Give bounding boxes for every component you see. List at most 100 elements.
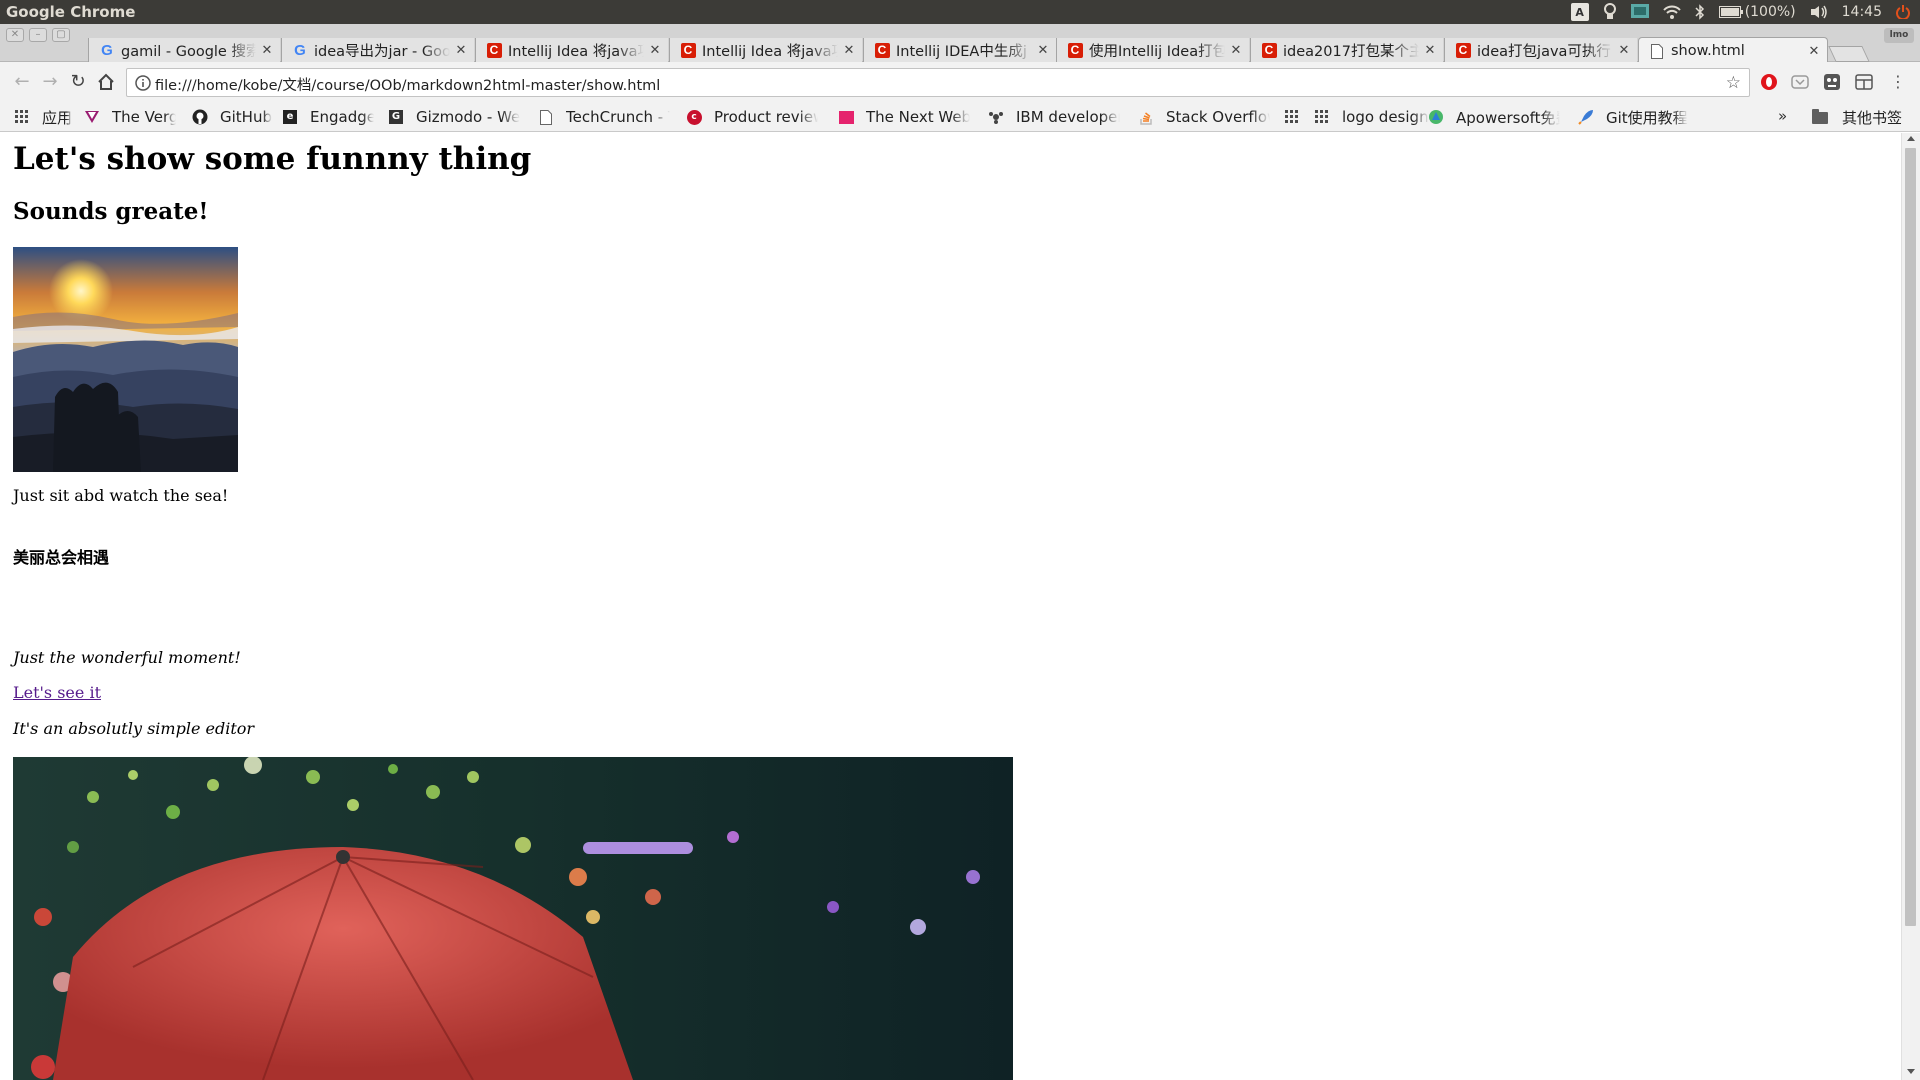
bookmark-label: GitHub <box>220 108 272 126</box>
bookmark-star-icon[interactable]: ☆ <box>1726 73 1741 93</box>
tab-close-button[interactable]: ✕ <box>1423 43 1437 58</box>
wifi-icon[interactable] <box>1662 5 1681 19</box>
csdn-icon: C <box>680 43 696 59</box>
menu-button[interactable]: ⋮ <box>1888 72 1908 92</box>
ibm-icon <box>988 109 1004 125</box>
profile-badge[interactable]: lmo <box>1884 28 1914 43</box>
tab-close-button[interactable]: ✕ <box>454 43 468 58</box>
bookmark-item[interactable]: 应用 <box>14 107 72 127</box>
google-icon: G <box>101 42 113 59</box>
bookmark-item[interactable]: e Engadget <box>282 107 374 127</box>
tab[interactable]: Cidea2017打包某个主 ✕ <box>1250 38 1443 63</box>
bookmark-item[interactable]: logo design <box>1314 107 1429 127</box>
scroll-down-arrow[interactable] <box>1907 1069 1915 1074</box>
reload-button[interactable]: ↻ <box>68 72 88 92</box>
address-bar[interactable]: file:///home/kobe/文档/course/OOb/markdown… <box>126 68 1750 97</box>
vertical-scrollbar[interactable] <box>1901 133 1920 1080</box>
bookmark-label: Git使用教程 <box>1606 108 1688 127</box>
tab-close-button[interactable]: ✕ <box>648 43 662 58</box>
github-icon <box>192 109 208 125</box>
tab-close-button[interactable]: ✕ <box>1229 43 1243 58</box>
bookmark-item[interactable]: G Gizmodo - We co <box>388 107 520 127</box>
bookmark-label: Stack Overflow <box>1166 108 1270 126</box>
scrollbar-thumb[interactable] <box>1905 148 1916 926</box>
tab[interactable]: Ggamil - Google 搜索 ✕ <box>88 38 280 63</box>
scroll-up-arrow[interactable] <box>1907 136 1915 141</box>
bluetooth-icon[interactable] <box>1695 4 1705 20</box>
info-icon[interactable] <box>135 75 151 91</box>
lightbulb-icon[interactable] <box>1603 3 1617 21</box>
home-button[interactable] <box>96 72 116 92</box>
volume-icon[interactable] <box>1810 5 1828 19</box>
opera-extension-icon[interactable] <box>1760 73 1778 91</box>
tab[interactable]: C 使用Intellij Idea打包 ✕ <box>1056 38 1249 63</box>
bookmark-item[interactable] <box>1284 107 1312 127</box>
window-close-button[interactable]: ✕ <box>6 28 24 42</box>
page-viewport: Let's show some funnny thing Sounds grea… <box>0 133 1901 1080</box>
bookmark-item[interactable]: c Product review <box>686 107 818 127</box>
page-subheading: Sounds greate! <box>13 198 209 225</box>
bookmark-label: Gizmodo - We co <box>416 108 520 126</box>
bookmark-label: logo design <box>1342 108 1429 126</box>
bookmark-label: The Next Web | <box>866 108 970 126</box>
screen-share-icon[interactable] <box>1630 4 1649 20</box>
italic-text-editor: It's an absolutly simple editor <box>13 719 255 738</box>
other-bookmarks-folder[interactable]: 其他书签 <box>1812 107 1902 128</box>
tab-active[interactable]: show.html ✕ <box>1638 37 1828 64</box>
tab[interactable]: C Intellij Idea 将java项 ✕ <box>669 38 862 63</box>
window-maximize-button[interactable]: ▢ <box>52 28 70 42</box>
page-icon <box>538 109 554 125</box>
bookmarks-bar: 应用 The Verge GitHube Engadget G Gizmodo - We … <box>0 102 1920 132</box>
bookmarks-overflow-chevron[interactable]: » <box>1778 107 1787 125</box>
bookmark-item[interactable]: The Verge <box>84 107 176 127</box>
clock[interactable]: 14:45 <box>1842 4 1882 20</box>
csdn-icon: C <box>1455 43 1471 59</box>
tab-close-button[interactable]: ✕ <box>1036 43 1050 58</box>
tab-strip: ✕ – ▢ lmo Ggamil - Google 搜索 ✕ Gidea导出为jar… <box>0 24 1920 64</box>
bookmark-item[interactable]: IBM developerW <box>988 107 1120 127</box>
chinese-heading: 美丽总会相遇 <box>13 548 110 567</box>
bookmark-label: IBM developerW <box>1016 108 1120 126</box>
tampermonkey-extension-icon[interactable] <box>1823 73 1841 91</box>
image-caption: Just sit abd watch the sea! <box>13 486 229 505</box>
engadget-icon: e <box>282 109 298 125</box>
page-icon <box>1649 43 1665 59</box>
folder-icon <box>1812 108 1828 124</box>
bookmark-item[interactable]: Stack Overflow <box>1138 107 1270 127</box>
bookmark-item[interactable]: TechCrunch - Th <box>538 107 670 127</box>
battery-icon <box>1718 6 1743 18</box>
tab-title: idea2017打包某个主 <box>1283 44 1419 60</box>
back-button[interactable]: ← <box>12 72 32 92</box>
keyboard-layout-indicator[interactable]: A <box>1570 3 1589 21</box>
tab[interactable]: Cidea打包java可执行 ✕ <box>1444 38 1637 63</box>
tab[interactable]: C Intellij IDEA中生成j ✕ <box>863 38 1056 63</box>
bookmark-label: Engadget <box>310 108 374 126</box>
forward-button[interactable]: → <box>40 72 60 92</box>
new-tab-button[interactable] <box>1828 46 1870 62</box>
tab[interactable]: C Intellij Idea 将java项 ✕ <box>475 38 668 63</box>
power-icon[interactable] <box>1896 5 1910 19</box>
tab-title: 使用Intellij Idea打包 <box>1089 44 1225 60</box>
battery-indicator[interactable]: (100%) <box>1718 4 1796 20</box>
url-text[interactable]: file:///home/kobe/文档/course/OOb/markdown… <box>155 74 660 95</box>
tab[interactable]: Gidea导出为jar - Goo ✕ <box>281 38 474 63</box>
tab-close-button[interactable]: ✕ <box>1617 43 1631 58</box>
bookmark-item[interactable]: GitHub <box>192 107 272 127</box>
pocket-extension-icon[interactable] <box>1791 73 1809 91</box>
bookmark-item[interactable]: Git使用教程 <box>1578 107 1688 127</box>
lets-see-it-link-container: Let's see it <box>13 683 101 702</box>
tab-close-button[interactable]: ✕ <box>842 43 856 58</box>
tab-close-button[interactable]: ✕ <box>260 43 274 58</box>
bookmark-item[interactable]: The Next Web | <box>838 107 970 127</box>
window-extension-icon[interactable] <box>1855 73 1873 91</box>
window-minimize-button[interactable]: – <box>29 28 47 42</box>
tab-close-button[interactable]: ✕ <box>1807 44 1821 59</box>
home-icon <box>98 73 114 90</box>
tnw-icon <box>838 109 854 125</box>
system-tray: A (100%) 14:45 <box>1570 0 1920 24</box>
rocket-icon <box>1578 109 1594 125</box>
os-top-panel: Google Chrome A (100%) 14:45 <box>0 0 1920 24</box>
lets-see-it-link[interactable]: Let's see it <box>13 683 101 702</box>
bookmark-item[interactable]: Apowersoft免费 <box>1428 107 1560 127</box>
apowersoft-icon <box>1428 109 1444 125</box>
